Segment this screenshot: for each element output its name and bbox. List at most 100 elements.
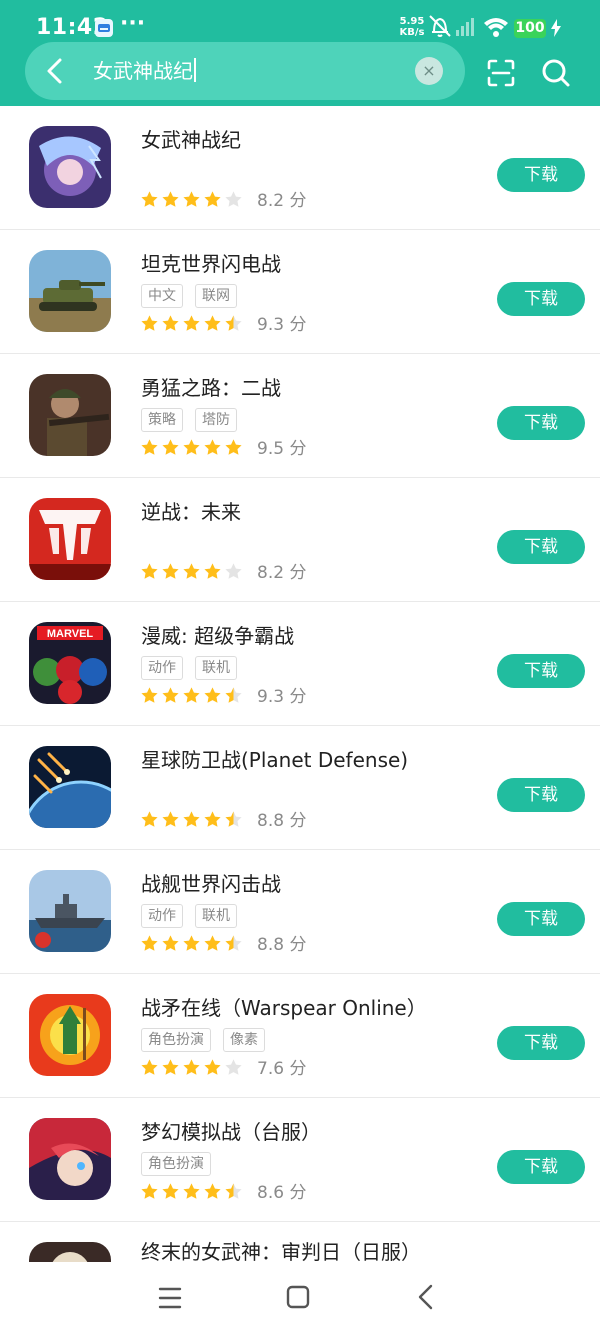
search-input[interactable]: 女武神战纪	[93, 57, 196, 85]
tag: 塔防	[195, 408, 237, 432]
star-half-icon	[225, 314, 242, 331]
star-full-icon	[204, 314, 221, 331]
star-half-icon	[225, 934, 242, 951]
tag: 策略	[141, 408, 183, 432]
marvel-game-icon[interactable]: MARVEL	[29, 622, 111, 704]
score-value: 8.8	[257, 935, 285, 955]
download-button[interactable]: 下载	[497, 778, 585, 812]
planet-game-icon[interactable]	[29, 746, 111, 828]
tag-list: 策略 塔防	[141, 408, 249, 432]
list-item[interactable]: 梦幻模拟战（台服） 角色扮演 8.6 分 下载	[0, 1098, 600, 1222]
star-full-icon	[225, 438, 242, 455]
star-full-icon	[183, 562, 200, 579]
list-item[interactable]: 战舰世界闪击战 动作 联机 8.8 分 下载	[0, 850, 600, 974]
search-icon[interactable]	[540, 57, 572, 89]
list-item[interactable]: 女武神战纪 8.2 分 下载	[0, 106, 600, 230]
list-item[interactable]: 逆战：未来 8.2 分 下载	[0, 478, 600, 602]
score: 9.5 分	[257, 434, 306, 459]
list-item[interactable]: 坦克世界闪电战中文 联网 9.3 分 下载	[0, 230, 600, 354]
download-button[interactable]: 下载	[497, 282, 585, 316]
calendar-icon	[95, 19, 113, 37]
charging-icon	[551, 19, 561, 37]
score: 8.2 分	[257, 186, 306, 211]
star-full-icon	[204, 438, 221, 455]
list-item[interactable]: 星球防卫战(Planet Defense) 8.8 分 下载	[0, 726, 600, 850]
warspear-game-icon[interactable]	[29, 994, 111, 1076]
record-of-ragnarok-game-icon[interactable]	[29, 1242, 111, 1262]
star-full-icon	[141, 314, 158, 331]
download-button[interactable]: 下载	[497, 1026, 585, 1060]
download-button[interactable]: 下载	[497, 1150, 585, 1184]
tag: 角色扮演	[141, 1152, 211, 1176]
home-icon[interactable]	[278, 1283, 318, 1313]
warship-game-icon[interactable]	[29, 870, 111, 952]
status-bar: 11:42 ··· 5.95 KB/s 100	[0, 0, 600, 42]
rating: 9.5 分	[140, 434, 306, 460]
app-title[interactable]: 坦克世界闪电战	[141, 248, 281, 277]
star-full-icon	[183, 686, 200, 703]
list-item[interactable]: MARVEL 漫威: 超级争霸战 动作 联机 9.3 分 下载	[0, 602, 600, 726]
tag: 动作	[141, 656, 183, 680]
list-item[interactable]: 终末的女武神：审判日（日服）	[0, 1222, 600, 1262]
score: 9.3 分	[257, 310, 306, 335]
tag: 联机	[195, 904, 237, 928]
nizhan-game-icon[interactable]	[29, 498, 111, 580]
score-value: 8.2	[257, 563, 285, 583]
app-title[interactable]: 终末的女武神：审判日（日服）	[141, 1236, 421, 1262]
scan-icon[interactable]	[485, 57, 517, 89]
score-value: 9.3	[257, 315, 285, 335]
star-rating	[140, 437, 245, 457]
tank-game-icon[interactable]	[29, 250, 111, 332]
score-value: 8.8	[257, 811, 285, 831]
rating: 8.8 分	[140, 806, 306, 832]
score: 8.2 分	[257, 558, 306, 583]
star-full-icon	[162, 190, 179, 207]
app-title[interactable]: 勇猛之路：二战	[141, 372, 281, 401]
star-full-icon	[162, 810, 179, 827]
rating: 8.6 分	[140, 1178, 306, 1204]
star-full-icon	[204, 562, 221, 579]
star-full-icon	[162, 1058, 179, 1075]
tag-list: 中文 联网	[141, 284, 249, 308]
list-item[interactable]: 勇猛之路：二战策略 塔防 9.5 分 下载	[0, 354, 600, 478]
star-empty-icon	[225, 1058, 242, 1075]
star-half-icon	[225, 1182, 242, 1199]
rating: 9.3 分	[140, 682, 306, 708]
download-button[interactable]: 下载	[497, 530, 585, 564]
tag: 像素	[223, 1028, 265, 1052]
battery-indicator: 100	[514, 19, 546, 38]
list-item[interactable]: 战矛在线（Warspear Online） 角色扮演 像素 7.6 分下载	[0, 974, 600, 1098]
rating: 9.3 分	[140, 310, 306, 336]
star-full-icon	[141, 438, 158, 455]
download-button[interactable]: 下载	[497, 902, 585, 936]
app-title[interactable]: 逆战：未来	[141, 496, 241, 525]
app-title[interactable]: 女武神战纪	[141, 124, 241, 153]
back-icon[interactable]	[406, 1283, 446, 1313]
app-title[interactable]: 战舰世界闪击战	[141, 868, 281, 897]
back-arrow-icon[interactable]	[40, 55, 70, 87]
score-value: 9.3	[257, 687, 285, 707]
recent-apps-icon[interactable]	[150, 1283, 190, 1313]
tag-list: 角色扮演 像素	[141, 1028, 277, 1052]
score-unit: 分	[289, 811, 307, 831]
soldier-game-icon[interactable]	[29, 374, 111, 456]
search-bar[interactable]	[25, 42, 465, 100]
download-button[interactable]: 下载	[497, 654, 585, 688]
download-button[interactable]: 下载	[497, 158, 585, 192]
star-rating	[140, 561, 245, 581]
valkyrie-game-icon[interactable]	[29, 126, 111, 208]
download-button[interactable]: 下载	[497, 406, 585, 440]
clear-search-button[interactable]: ×	[415, 57, 443, 85]
app-title[interactable]: 星球防卫战(Planet Defense)	[141, 744, 408, 773]
star-empty-icon	[225, 562, 242, 579]
score: 8.8 分	[257, 930, 306, 955]
star-full-icon	[162, 562, 179, 579]
app-title[interactable]: 战矛在线（Warspear Online）	[141, 992, 427, 1021]
langrisser-game-icon[interactable]	[29, 1118, 111, 1200]
signal-icon	[456, 18, 474, 36]
star-half-icon	[225, 810, 242, 827]
score: 8.8 分	[257, 806, 306, 831]
app-title[interactable]: 漫威: 超级争霸战	[141, 620, 294, 649]
app-title[interactable]: 梦幻模拟战（台服）	[141, 1116, 321, 1145]
score-value: 8.6	[257, 1183, 285, 1203]
